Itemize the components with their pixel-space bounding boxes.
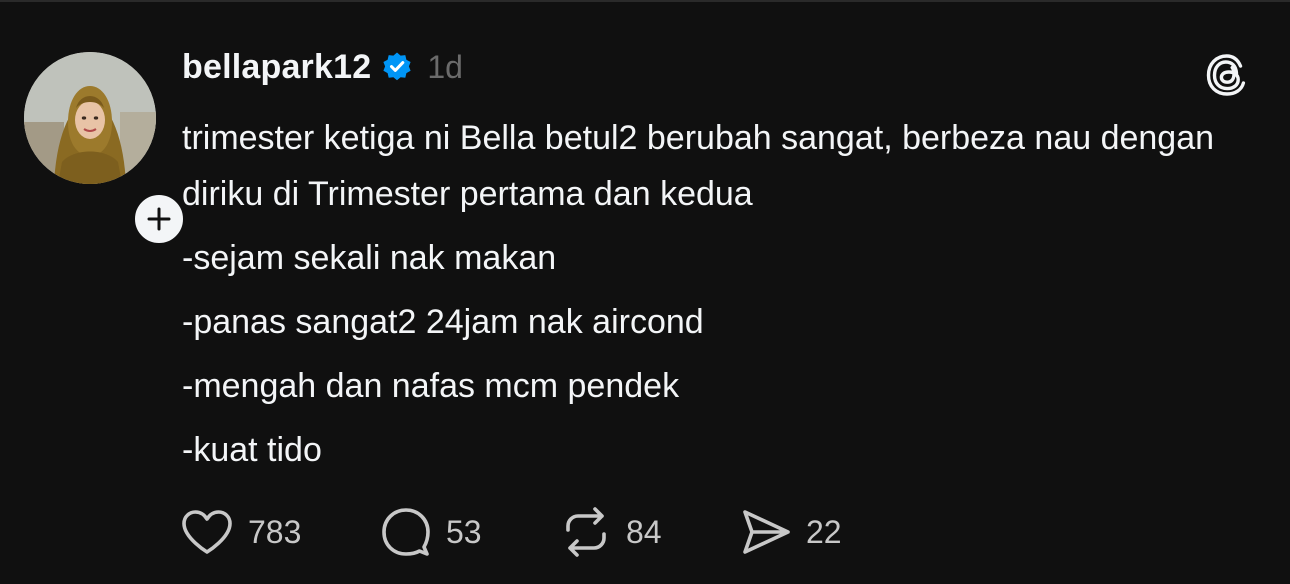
share-count: 22	[806, 513, 842, 550]
like-count: 783	[248, 513, 302, 550]
username-link[interactable]: bellapark12	[182, 48, 371, 87]
plus-icon	[147, 207, 171, 231]
avatar[interactable]	[24, 52, 156, 184]
post-text-line: -panas sangat2 24jam nak aircond	[182, 303, 704, 341]
post-actions: 783 53 84 22	[180, 502, 842, 562]
verified-badge-icon	[381, 51, 413, 83]
follow-button[interactable]	[131, 191, 187, 247]
share-button[interactable]: 22	[740, 506, 842, 558]
reply-button[interactable]: 53	[380, 506, 560, 558]
avatar-image	[24, 52, 156, 184]
reply-count: 53	[446, 513, 482, 550]
post-text-line: trimester ketiga ni Bella betul2 berubah…	[182, 119, 1215, 213]
post-text-line: -sejam sekali nak makan	[182, 239, 557, 277]
repost-icon	[566, 507, 606, 557]
threads-logo-icon[interactable]	[1202, 50, 1252, 100]
post-body: trimester ketiga ni Bella betul2 berubah…	[182, 110, 1242, 478]
repost-count: 84	[626, 513, 662, 550]
heart-icon	[182, 510, 232, 554]
send-icon	[743, 510, 790, 554]
post-timestamp: 1d	[427, 48, 463, 85]
comment-icon	[382, 508, 430, 556]
repost-button[interactable]: 84	[560, 506, 740, 558]
post-text-line: -mengah dan nafas mcm pendek	[182, 367, 680, 405]
avatar-container[interactable]	[24, 52, 187, 247]
top-divider	[0, 0, 1290, 2]
like-button[interactable]: 783	[180, 508, 380, 556]
post-text-line: -kuat tido	[182, 431, 322, 469]
post-header: bellapark12 1d	[182, 45, 463, 89]
